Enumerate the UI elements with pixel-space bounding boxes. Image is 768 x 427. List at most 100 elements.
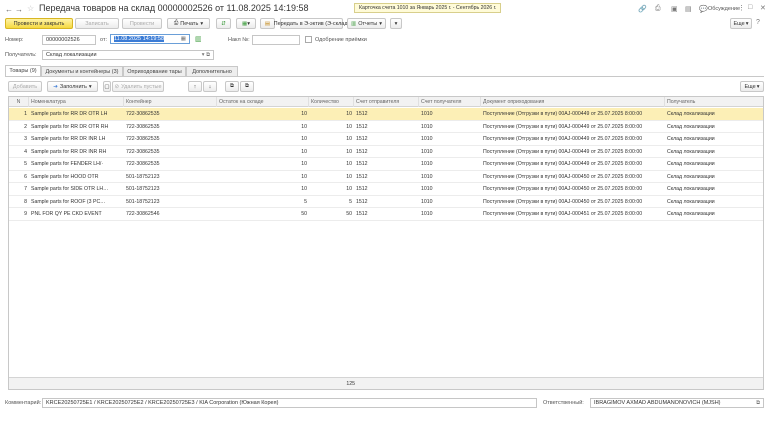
create-based-button[interactable]: ▦ ▾ [236,18,256,29]
cell-sender-account[interactable]: 1512 [354,122,419,132]
table-row[interactable]: 5 Sample parts for FENDER LH/· 722-3086253… [9,158,763,171]
close-icon[interactable]: ✕ [760,4,766,12]
cell-sender-account[interactable]: 1512 [354,184,419,194]
tab-goods[interactable]: Товары (9) [5,65,41,76]
grid-more-button[interactable]: Еще ▾ [740,81,764,92]
column-header-nomenclature[interactable]: Номенклатура [29,97,124,107]
column-header-receiver-account[interactable]: Счет получателя [419,97,481,107]
cell-quantity[interactable]: 10 [309,184,354,194]
cell-nomenclature[interactable]: Sample parts for HOOD OTR [29,172,124,182]
cell-receiver-account[interactable]: 1010 [419,184,481,194]
cell-row-number[interactable]: 5 [9,159,29,169]
cell-receipt-document[interactable]: Поступление (Отгрузки в пути) 00AJ-00044… [481,109,665,119]
cell-stock[interactable]: 10 [217,184,309,194]
cell-container[interactable]: 501-18752123 [124,184,217,194]
cell-sender-account[interactable]: 1512 [354,209,419,219]
cell-row-number[interactable]: 9 [9,209,29,219]
post-button[interactable]: Провести [122,18,162,29]
favorite-star-icon[interactable]: ☆ [27,4,34,13]
cell-container[interactable]: 722-30862546 [124,209,217,219]
goods-table[interactable]: N Номенклатура Контейнер Остаток на складе К… [8,96,764,390]
cell-receipt-document[interactable]: Поступление (Отгрузки в пути) 00AJ-00045… [481,197,665,207]
cell-quantity[interactable]: 5 [309,197,354,207]
cell-receiver-account[interactable]: 1010 [419,197,481,207]
cell-receipt-document[interactable]: Поступление (Отгрузки в пути) 00AJ-00045… [481,172,665,182]
column-header-container[interactable]: Контейнер [124,97,217,107]
cell-stock[interactable]: 10 [217,159,309,169]
cell-recipient[interactable]: Склад локализации [665,134,763,144]
table-row[interactable]: 3 Sample parts for RR DR INR LH 722-308625… [9,133,763,146]
cell-stock[interactable]: 10 [217,122,309,132]
cell-sender-account[interactable]: 1512 [354,147,419,157]
delete-empty-button[interactable]: ⊘ Удалить пустые [112,81,164,92]
fill-button[interactable]: ➔ Заполнить ▾ [47,81,98,92]
help-icon[interactable]: ? [756,19,760,26]
cell-recipient[interactable]: Склад локализации [665,122,763,132]
cell-row-number[interactable]: 7 [9,184,29,194]
move-up-button[interactable]: ↑ [188,81,202,92]
cell-quantity[interactable]: 10 [309,172,354,182]
cell-nomenclature[interactable]: Sample parts for SIDE OTR LH… [29,184,124,194]
copy-button[interactable]: ⧉ [225,81,239,92]
cell-receipt-document[interactable]: Поступление (Отгрузки в пути) 00AJ-00044… [481,122,665,132]
discussion-icon[interactable]: 💬 [699,5,708,13]
cell-nomenclature[interactable]: PNL FOR QY PE CKD EVENT [29,209,124,219]
cell-container[interactable]: 722-30862535 [124,134,217,144]
cell-container[interactable]: 501-18752123 [124,172,217,182]
cell-row-number[interactable]: 2 [9,122,29,132]
column-header-stock[interactable]: Остаток на складе [217,97,309,107]
cell-stock[interactable]: 5 [217,197,309,207]
cell-row-number[interactable]: 8 [9,197,29,207]
cell-receipt-document[interactable]: Поступление (Отгрузки в пути) 00AJ-00045… [481,209,665,219]
discussion-link[interactable]: Обсуждение [708,6,740,12]
cell-receiver-account[interactable]: 1010 [419,134,481,144]
link-icon[interactable]: 🔗 [638,5,647,13]
cell-receiver-account[interactable]: 1010 [419,109,481,119]
cell-row-number[interactable]: 3 [9,134,29,144]
save-button[interactable]: Записать [75,18,119,29]
nav-back-icon[interactable]: ← [5,5,13,14]
cell-sender-account[interactable]: 1512 [354,159,419,169]
column-header-row-number[interactable]: N [9,97,29,107]
comment-field[interactable]: KRCE20250725E1 / KRCE20250725E2 / KRCE20… [42,398,537,408]
paste-button[interactable]: ⧉ [240,81,254,92]
cell-recipient[interactable]: Склад локализации [665,109,763,119]
cell-receiver-account[interactable]: 1010 [419,159,481,169]
table-row[interactable]: 6 Sample parts for HOOD OTR 501-18752123 10… [9,171,763,183]
column-header-sender-account[interactable]: Счет отправителя [354,97,419,107]
number-field[interactable]: 00000002526 [42,35,96,45]
cell-recipient[interactable]: Склад локализации [665,159,763,169]
column-header-recipient[interactable]: Получатель [665,97,763,107]
cell-recipient[interactable]: Склад локализации [665,197,763,207]
cell-quantity[interactable]: 10 [309,134,354,144]
post-and-close-button[interactable]: Провести и закрыть [5,18,73,29]
date-field[interactable]: 11.08.2025 14:19:58 ▦ [110,34,190,44]
cell-receipt-document[interactable]: Поступление (Отгрузки в пути) 00AJ-00044… [481,159,665,169]
cell-receipt-document[interactable]: Поступление (Отгрузки в пути) 00AJ-00044… [481,134,665,144]
column-header-receipt-document[interactable]: Документ оприходования [481,97,665,107]
cell-container[interactable]: 501-18752123 [124,197,217,207]
table-row[interactable]: 1 Sample parts for RR DR OTR LH 722-308625… [9,108,763,121]
cell-stock[interactable]: 10 [217,147,309,157]
calculator-icon[interactable]: ▤ [685,5,692,13]
nav-forward-icon[interactable]: → [15,5,23,14]
cell-stock[interactable]: 10 [217,134,309,144]
cell-receipt-document[interactable]: Поступление (Отгрузки в пути) 00AJ-00044… [481,147,665,157]
print-button[interactable]: ⎙ Печать ▾ [167,18,210,29]
cell-nomenclature[interactable]: Sample parts for RR DR OTR RH [29,122,124,132]
open-icon[interactable]: ⧉ [756,400,760,407]
move-down-button[interactable]: ↓ [203,81,217,92]
cell-nomenclature[interactable]: Sample parts for RR DR INR RH [29,147,124,157]
copy-row-button[interactable]: ▢ [103,81,111,92]
cell-stock[interactable]: 10 [217,172,309,182]
cell-quantity[interactable]: 10 [309,122,354,132]
cell-container[interactable]: 722-30862535 [124,147,217,157]
tab-documents[interactable]: Документы и контейнеры (3) [41,66,123,76]
calendar-icon[interactable]: ▦ [181,36,186,42]
transfer-e-active-button[interactable]: Передать в Э-эктив (Э-склад) [274,18,349,29]
tab-tare[interactable]: Оприходование тары [123,66,186,76]
cell-sender-account[interactable]: 1512 [354,172,419,182]
add-row-button[interactable]: Добавить [8,81,42,92]
save-icon[interactable]: ▣ [671,5,678,13]
cell-container[interactable]: 722-30862535 [124,122,217,132]
